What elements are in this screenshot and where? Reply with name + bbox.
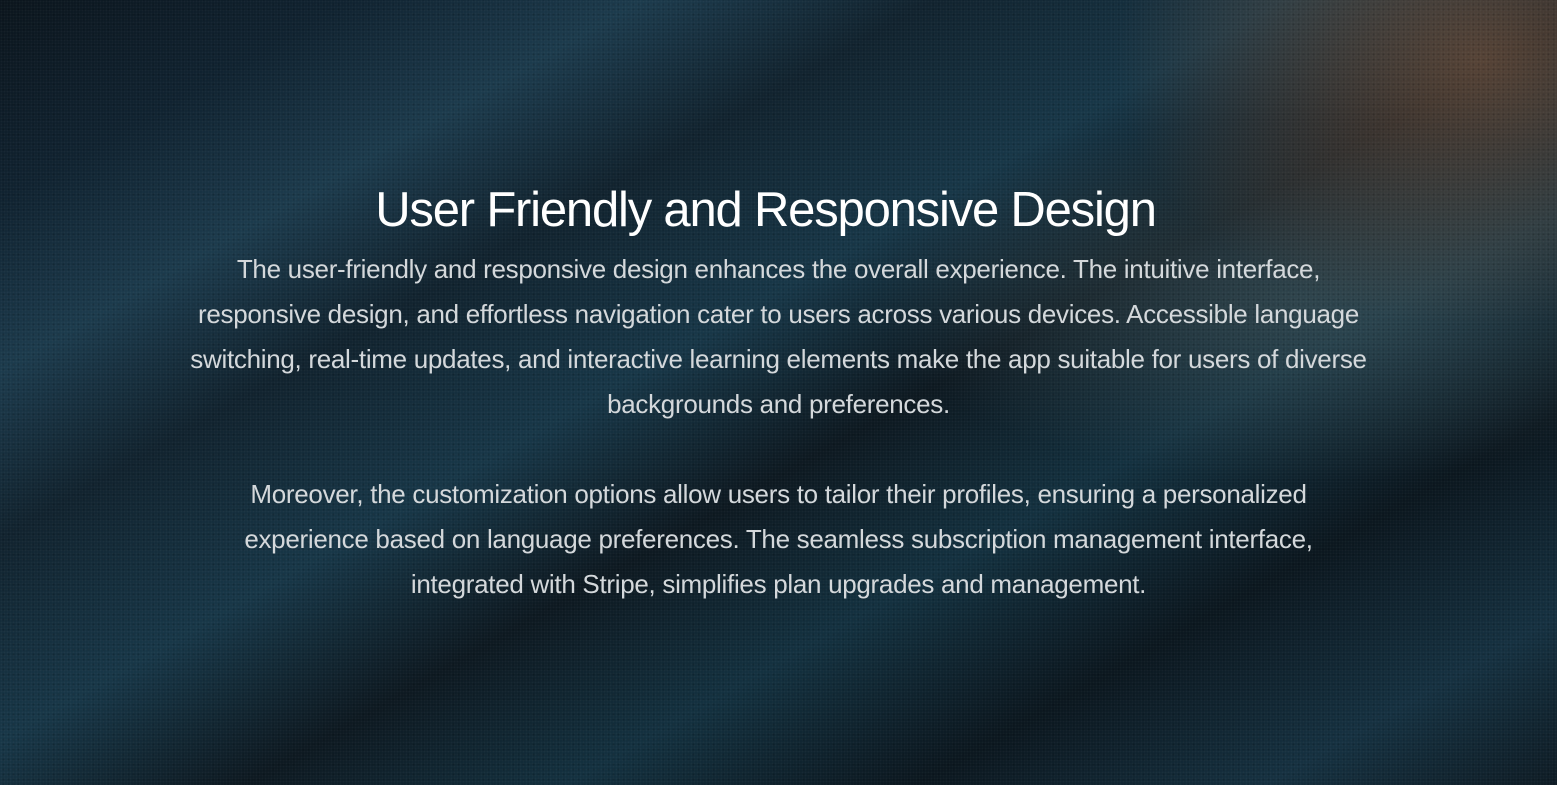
section-paragraph-1: The user-friendly and responsive design … bbox=[190, 254, 1367, 419]
section-title: User Friendly and Responsive Design bbox=[375, 183, 1157, 237]
section-paragraph-2: Moreover, the customization options allo… bbox=[244, 479, 1313, 599]
feature-section: User Friendly and Responsive Design The … bbox=[0, 0, 1557, 785]
